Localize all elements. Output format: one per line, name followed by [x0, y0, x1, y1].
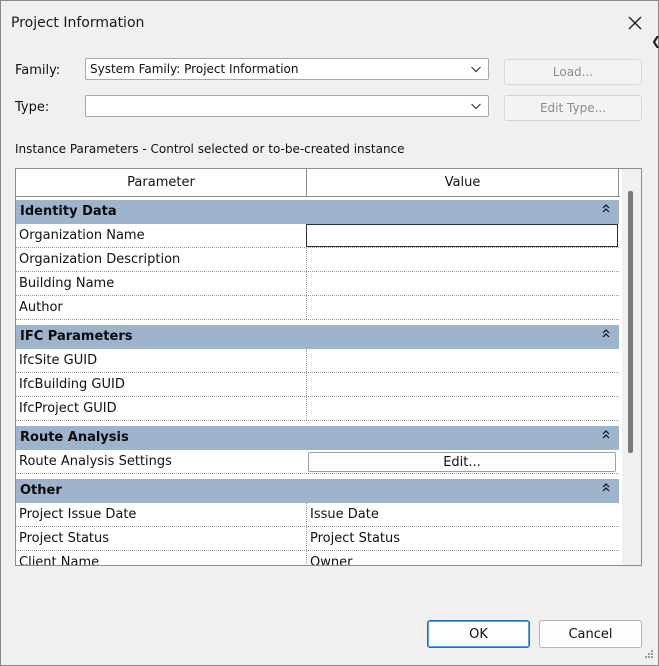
double-chevron-up-icon[interactable] — [601, 328, 611, 340]
group-title: Route Analysis — [20, 430, 129, 445]
table-row[interactable]: Author — [16, 296, 619, 320]
group-title: Identity Data — [20, 204, 117, 219]
parameter-value-cell[interactable] — [306, 296, 618, 319]
chevron-down-icon — [471, 66, 481, 73]
edit-type-button[interactable]: Edit Type... — [504, 95, 642, 121]
parameter-name: IfcBuilding GUID — [19, 377, 125, 392]
chevron-down-icon — [471, 103, 481, 110]
table-row[interactable]: Project Status Project Status — [16, 527, 619, 551]
table-row[interactable]: Route Analysis Settings Edit... — [16, 450, 619, 474]
parameter-name: Author — [19, 300, 63, 315]
double-chevron-up-icon[interactable] — [601, 203, 611, 215]
route-analysis-edit-button[interactable]: Edit... — [308, 452, 616, 472]
table-row[interactable]: IfcProject GUID — [16, 397, 619, 421]
table-row[interactable]: IfcSite GUID — [16, 349, 619, 373]
background-window-chevron: ❮ — [651, 34, 659, 48]
group-header-identity-data[interactable]: Identity Data — [16, 200, 619, 224]
close-button[interactable] — [621, 9, 649, 37]
vertical-scrollbar[interactable] — [622, 169, 641, 565]
family-combobox-value: System Family: Project Information — [90, 62, 299, 76]
family-combobox[interactable]: System Family: Project Information — [85, 58, 489, 80]
parameter-value: Owner — [310, 555, 353, 566]
parameter-name: IfcSite GUID — [19, 353, 98, 368]
column-header-value[interactable]: Value — [307, 169, 619, 196]
ok-button[interactable]: OK — [427, 620, 530, 648]
type-label-text: Type: — [15, 100, 50, 115]
dialog-title: Project Information — [11, 15, 145, 31]
load-button[interactable]: Load... — [504, 59, 642, 85]
parameter-name: Organization Description — [19, 252, 181, 267]
type-label: Type: — [15, 100, 49, 115]
parameter-value: Issue Date — [310, 507, 379, 522]
group-header-route-analysis[interactable]: Route Analysis — [16, 426, 619, 450]
parameter-name: Organization Name — [19, 228, 145, 243]
group-header-other[interactable]: Other — [16, 479, 619, 503]
close-icon — [628, 16, 642, 30]
group-title: Other — [20, 483, 62, 498]
properties-grid: Parameter Value Identity Data Organizati… — [15, 168, 642, 566]
organization-name-input[interactable] — [306, 224, 618, 247]
parameter-name: IfcProject GUID — [19, 401, 117, 416]
type-combobox[interactable] — [85, 95, 489, 117]
table-row[interactable]: Client Name Owner — [16, 551, 619, 566]
parameter-value-cell[interactable] — [306, 349, 618, 372]
instance-parameters-label: Instance Parameters - Control selected o… — [15, 142, 405, 156]
parameter-value-cell[interactable]: Project Status — [306, 527, 618, 550]
double-chevron-up-icon[interactable] — [601, 482, 611, 494]
parameter-name: Project Status — [19, 531, 110, 546]
project-information-dialog: Project Information Family: System Famil… — [0, 0, 659, 666]
table-row[interactable]: Building Name — [16, 272, 619, 296]
scrollbar-thumb[interactable] — [628, 191, 633, 453]
double-chevron-up-icon[interactable] — [601, 429, 611, 441]
parameter-name: Building Name — [19, 276, 115, 291]
family-label: Family: — [15, 63, 60, 78]
table-row[interactable]: IfcBuilding GUID — [16, 373, 619, 397]
cancel-button[interactable]: Cancel — [539, 620, 642, 648]
parameter-value-cell[interactable] — [306, 248, 618, 271]
family-label-text: Family: — [15, 63, 61, 78]
table-row[interactable]: Organization Description — [16, 248, 619, 272]
resize-grip-icon[interactable] — [642, 649, 654, 661]
parameter-value-cell[interactable] — [306, 373, 618, 396]
parameter-name: Route Analysis Settings — [19, 454, 172, 469]
parameter-value-cell[interactable]: Owner — [306, 551, 618, 566]
parameter-name: Project Issue Date — [19, 507, 137, 522]
group-header-ifc-parameters[interactable]: IFC Parameters — [16, 325, 619, 349]
parameter-value-cell[interactable] — [306, 272, 618, 295]
parameter-value: Project Status — [310, 531, 401, 546]
table-row[interactable]: Organization Name — [16, 224, 619, 248]
parameter-name: Client Name — [19, 555, 100, 566]
grid-header: Parameter Value — [16, 169, 620, 197]
parameter-value-cell[interactable]: Issue Date — [306, 503, 618, 526]
table-row[interactable]: Project Issue Date Issue Date — [16, 503, 619, 527]
column-header-parameter[interactable]: Parameter — [16, 169, 307, 196]
parameter-value-cell[interactable] — [306, 397, 618, 420]
group-title: IFC Parameters — [20, 329, 133, 344]
